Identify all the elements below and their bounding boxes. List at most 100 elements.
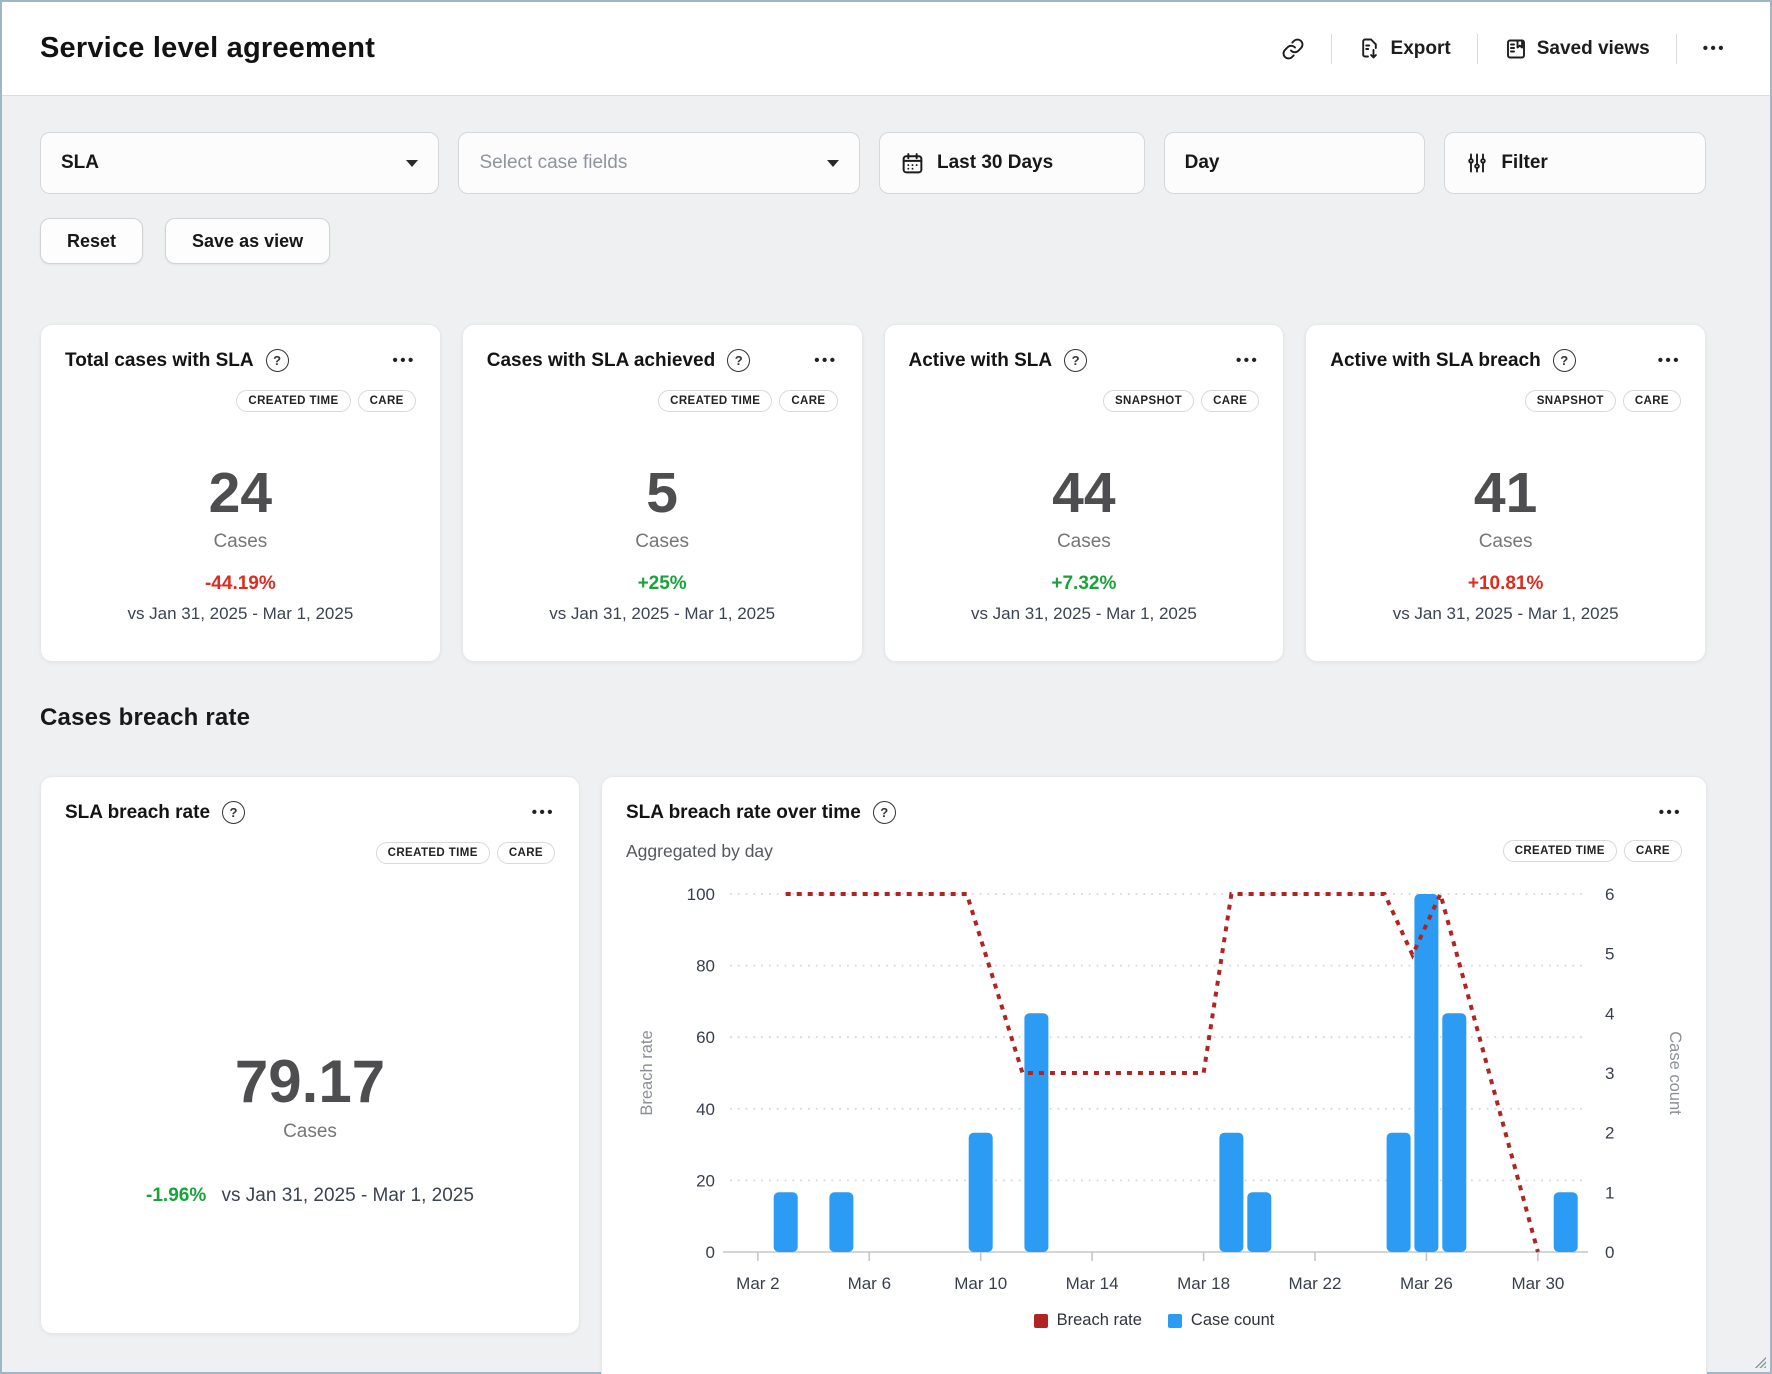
breach-rate-delta: -1.96% xyxy=(146,1185,206,1206)
kpi-card-total-cases-with-sla: Total cases with SLA ? ••• CREATED TIME … xyxy=(40,324,441,662)
svg-text:Mar 22: Mar 22 xyxy=(1289,1274,1342,1293)
badge-care: CARE xyxy=(358,390,416,412)
card-more-menu[interactable]: ••• xyxy=(532,805,555,820)
case-fields-dropdown[interactable]: Select case fields xyxy=(458,132,859,194)
card-title: Active with SLA xyxy=(909,350,1053,372)
granularity-dropdown[interactable]: Day xyxy=(1164,132,1426,194)
card-more-menu[interactable]: ••• xyxy=(1236,353,1259,368)
chevron-down-icon xyxy=(827,160,839,167)
link-icon xyxy=(1281,37,1305,61)
card-more-menu[interactable]: ••• xyxy=(1659,805,1682,820)
chevron-down-icon xyxy=(406,160,418,167)
sla-breach-rate-over-time-card: SLA breach rate over time ? ••• Aggregat… xyxy=(601,776,1707,1374)
badge-created-time: CREATED TIME xyxy=(236,390,350,412)
kpi-card-active-with-sla: Active with SLA ? ••• SNAPSHOT CARE 44 C… xyxy=(884,324,1285,662)
legend-label: Breach rate xyxy=(1057,1311,1142,1330)
svg-text:3: 3 xyxy=(1605,1064,1614,1083)
help-icon[interactable]: ? xyxy=(222,801,245,824)
badge-snapshot: SNAPSHOT xyxy=(1525,390,1616,412)
kpi-card-row: Total cases with SLA ? ••• CREATED TIME … xyxy=(40,324,1706,662)
card-more-menu[interactable]: ••• xyxy=(814,353,837,368)
badge-created-time: CREATED TIME xyxy=(376,842,490,864)
granularity-value: Day xyxy=(1185,152,1220,174)
calendar-icon xyxy=(900,151,925,176)
svg-text:6: 6 xyxy=(1605,885,1614,904)
help-icon[interactable]: ? xyxy=(727,349,750,372)
kpi-value: 24 xyxy=(65,464,416,524)
kpi-delta: +7.32% xyxy=(909,573,1260,595)
svg-text:Mar 26: Mar 26 xyxy=(1400,1274,1453,1293)
svg-text:Mar 2: Mar 2 xyxy=(736,1274,779,1293)
svg-text:5: 5 xyxy=(1605,945,1614,964)
svg-text:80: 80 xyxy=(696,957,715,976)
reset-button[interactable]: Reset xyxy=(40,218,143,264)
svg-text:40: 40 xyxy=(696,1100,715,1119)
copy-link-button[interactable] xyxy=(1267,27,1319,71)
card-title: Cases with SLA achieved xyxy=(487,350,715,372)
date-range-picker[interactable]: Last 30 Days xyxy=(879,132,1145,194)
kpi-unit: Cases xyxy=(65,531,416,553)
kpi-comparison: vs Jan 31, 2025 - Mar 1, 2025 xyxy=(1330,604,1681,624)
divider xyxy=(1331,34,1332,64)
svg-text:Breach rate: Breach rate xyxy=(638,1030,656,1115)
divider xyxy=(1477,34,1478,64)
metric-dropdown-value: SLA xyxy=(61,152,99,174)
card-title: Active with SLA breach xyxy=(1330,350,1540,372)
kpi-unit: Cases xyxy=(487,531,838,553)
legend-item-case-count: Case count xyxy=(1168,1311,1274,1330)
case-fields-placeholder: Select case fields xyxy=(479,152,627,174)
help-icon[interactable]: ? xyxy=(1064,349,1087,372)
svg-text:Mar 10: Mar 10 xyxy=(954,1274,1007,1293)
chart-subtitle: Aggregated by day xyxy=(626,841,773,862)
header-actions: Export Saved views ••• xyxy=(1267,27,1740,71)
card-title: Total cases with SLA xyxy=(65,350,254,372)
sla-breach-rate-card: SLA breach rate ? ••• CREATED TIME CARE … xyxy=(40,776,580,1334)
metric-dropdown[interactable]: SLA xyxy=(40,132,439,194)
badge-snapshot: SNAPSHOT xyxy=(1103,390,1194,412)
svg-text:60: 60 xyxy=(696,1028,715,1047)
header-more-menu[interactable]: ••• xyxy=(1689,31,1740,66)
kpi-unit: Cases xyxy=(909,531,1260,553)
saved-views-button[interactable]: Saved views xyxy=(1490,27,1664,71)
kpi-card-cases-with-sla-achieved: Cases with SLA achieved ? ••• CREATED TI… xyxy=(462,324,863,662)
legend-swatch-breach-rate xyxy=(1034,1314,1048,1328)
kpi-unit: Cases xyxy=(1330,531,1681,553)
svg-text:Case count: Case count xyxy=(1666,1031,1682,1115)
help-icon[interactable]: ? xyxy=(266,349,289,372)
badge-care: CARE xyxy=(1623,390,1681,412)
svg-text:20: 20 xyxy=(696,1171,715,1190)
kpi-comparison: vs Jan 31, 2025 - Mar 1, 2025 xyxy=(487,604,838,624)
export-icon xyxy=(1358,37,1382,61)
kpi-delta: -44.19% xyxy=(65,573,416,595)
card-title: SLA breach rate xyxy=(65,802,210,824)
legend-item-breach-rate: Breach rate xyxy=(1034,1311,1142,1330)
kpi-value: 41 xyxy=(1330,464,1681,524)
ellipsis-icon: ••• xyxy=(1703,41,1726,56)
breach-rate-comparison: vs Jan 31, 2025 - Mar 1, 2025 xyxy=(222,1185,474,1206)
filter-bar: SLA Select case fields Last 30 Days xyxy=(40,132,1706,194)
section-heading: Cases breach rate xyxy=(40,704,1706,732)
svg-text:Mar 30: Mar 30 xyxy=(1511,1274,1564,1293)
card-more-menu[interactable]: ••• xyxy=(392,353,415,368)
filter-button[interactable]: Filter xyxy=(1444,132,1706,194)
export-button[interactable]: Export xyxy=(1344,27,1465,71)
badge-care: CARE xyxy=(1201,390,1259,412)
legend-swatch-case-count xyxy=(1168,1314,1182,1328)
card-more-menu[interactable]: ••• xyxy=(1658,353,1681,368)
divider xyxy=(1676,34,1677,64)
kpi-comparison: vs Jan 31, 2025 - Mar 1, 2025 xyxy=(65,604,416,624)
badge-created-time: CREATED TIME xyxy=(658,390,772,412)
help-icon[interactable]: ? xyxy=(873,801,896,824)
breach-rate-over-time-chart: Mar 2Mar 6Mar 10Mar 14Mar 18Mar 22Mar 26… xyxy=(626,868,1682,1309)
breach-rate-row: SLA breach rate ? ••• CREATED TIME CARE … xyxy=(40,776,1706,1374)
kpi-delta: +10.81% xyxy=(1330,573,1681,595)
svg-text:Mar 18: Mar 18 xyxy=(1177,1274,1230,1293)
window-resize-handle[interactable] xyxy=(1753,1355,1767,1369)
chart-legend: Breach rate Case count xyxy=(626,1311,1682,1330)
kpi-comparison: vs Jan 31, 2025 - Mar 1, 2025 xyxy=(909,604,1260,624)
kpi-card-active-with-sla-breach: Active with SLA breach ? ••• SNAPSHOT CA… xyxy=(1305,324,1706,662)
badge-care: CARE xyxy=(1624,840,1682,862)
badge-care: CARE xyxy=(497,842,555,864)
save-as-view-button[interactable]: Save as view xyxy=(165,218,330,264)
help-icon[interactable]: ? xyxy=(1553,349,1576,372)
